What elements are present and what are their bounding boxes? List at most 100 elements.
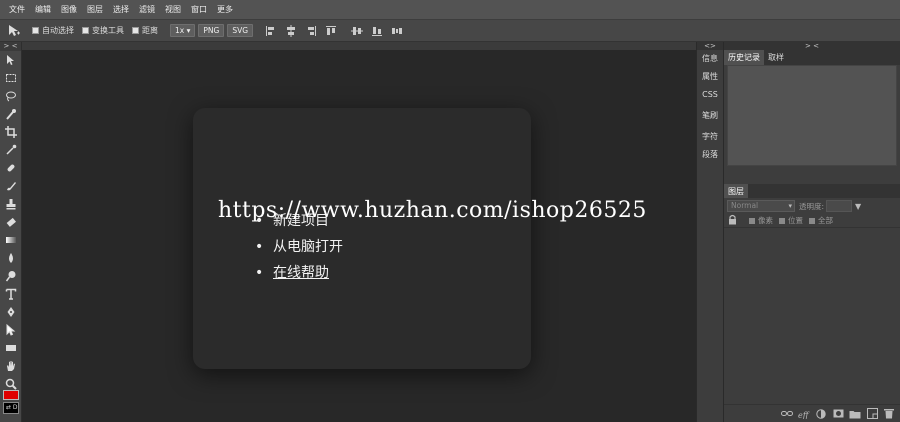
svg-text:eff: eff	[798, 411, 810, 419]
clone-stamp-tool-icon[interactable]	[0, 195, 22, 213]
tab-history[interactable]: 历史记录	[724, 50, 764, 65]
opacity-label: 透明度:	[799, 201, 825, 211]
toolbar-collapse-button[interactable]: > <	[0, 42, 21, 51]
menu-image[interactable]: 图像	[56, 0, 82, 20]
blend-mode-select[interactable]: Normal	[727, 200, 795, 212]
right-panels: > < 历史记录 取样 图层 Normal 透明度: ▼ 像素 位置 全部 ef…	[724, 42, 900, 422]
marquee-tool-icon[interactable]	[0, 69, 22, 87]
png-button[interactable]: PNG	[198, 24, 225, 37]
distribute-icon[interactable]	[389, 24, 405, 38]
move-tool-icon[interactable]	[0, 51, 22, 69]
rpanel-collapse-button[interactable]: > <	[724, 42, 900, 50]
opacity-input[interactable]	[826, 200, 853, 212]
align-bottom-icon[interactable]	[369, 24, 385, 38]
foreground-color-swatch[interactable]	[3, 390, 19, 400]
start-dialog: 新建项目 从电脑打开 在线帮助	[193, 108, 531, 369]
auto-select-box[interactable]	[32, 27, 39, 34]
menu-file[interactable]: 文件	[4, 0, 30, 20]
distance-label: 距离	[142, 26, 158, 35]
lock-options-row: 像素 位置 全部	[724, 214, 900, 228]
mini-panel-column: <> 信息 属性 CSS 笔刷 字符 段落	[696, 42, 724, 422]
align-left-icon[interactable]	[263, 24, 279, 38]
hand-tool-icon[interactable]	[0, 357, 22, 375]
lock-position-label: 位置	[788, 216, 803, 225]
transform-tools-box[interactable]	[82, 27, 89, 34]
new-layer-icon[interactable]	[865, 408, 879, 420]
healing-brush-tool-icon[interactable]	[0, 159, 22, 177]
transform-tools-label: 变换工具	[92, 26, 124, 35]
background-color-swatch[interactable]: ⇄ D	[3, 402, 19, 414]
align-top-icon[interactable]	[323, 24, 339, 38]
info-panel-button[interactable]: 信息	[697, 50, 723, 68]
tab-samples[interactable]: 取样	[764, 50, 788, 65]
lock-all-checkbox[interactable]	[809, 217, 815, 224]
layer-effects-icon[interactable]: eff	[797, 408, 811, 420]
svg-button[interactable]: SVG	[227, 24, 254, 37]
layers-tabs: 图层	[724, 184, 900, 198]
menu-filter[interactable]: 滤镜	[134, 0, 160, 20]
open-from-computer-label: 从电脑打开	[273, 239, 343, 255]
lock-pixels-option[interactable]: 像素	[749, 215, 773, 226]
history-panel-body	[727, 65, 897, 166]
align-center-h-icon[interactable]	[283, 24, 299, 38]
minicol-collapse-button[interactable]: <>	[697, 42, 723, 50]
layers-list	[724, 228, 900, 408]
opacity-dropdown-icon[interactable]: ▼	[855, 202, 861, 211]
lock-icon	[728, 214, 737, 228]
menu-select[interactable]: 选择	[108, 0, 134, 20]
quick-select-tool-icon[interactable]	[0, 105, 22, 123]
auto-select-label: 自动选择	[42, 26, 74, 35]
gradient-tool-icon[interactable]	[0, 231, 22, 249]
align-middle-v-icon[interactable]	[349, 24, 365, 38]
lock-pixels-checkbox[interactable]	[749, 217, 755, 224]
distance-box[interactable]	[132, 27, 139, 34]
eraser-tool-icon[interactable]	[0, 213, 22, 231]
adjustment-layer-icon[interactable]	[814, 408, 828, 420]
lasso-tool-icon[interactable]	[0, 87, 22, 105]
zoom-select[interactable]: 1x ▾	[170, 24, 196, 37]
auto-select-checkbox[interactable]: 自动选择	[32, 25, 74, 36]
online-help-link[interactable]: 在线帮助	[255, 260, 343, 286]
layer-mask-icon[interactable]	[831, 408, 845, 420]
menu-bar: 文件 编辑 图像 图层 选择 滤镜 视图 窗口 更多	[0, 0, 900, 20]
brush-panel-button[interactable]: 笔刷	[697, 107, 723, 125]
css-panel-button[interactable]: CSS	[697, 86, 723, 104]
dodge-tool-icon[interactable]	[0, 267, 22, 285]
new-group-icon[interactable]	[848, 408, 862, 420]
eyedropper-tool-icon[interactable]	[0, 141, 22, 159]
blur-tool-icon[interactable]	[0, 249, 22, 267]
tab-layers[interactable]: 图层	[724, 184, 748, 198]
lock-all-option[interactable]: 全部	[809, 215, 833, 226]
lock-position-option[interactable]: 位置	[779, 215, 803, 226]
menu-layer[interactable]: 图层	[82, 0, 108, 20]
path-select-tool-icon[interactable]	[0, 321, 22, 339]
history-tabs: 历史记录 取样	[724, 50, 900, 65]
menu-edit[interactable]: 编辑	[30, 0, 56, 20]
paragraph-panel-button[interactable]: 段落	[697, 146, 723, 164]
online-help-label: 在线帮助	[273, 265, 329, 281]
menu-more[interactable]: 更多	[212, 0, 238, 20]
layers-bottom-bar: eff	[724, 404, 900, 422]
align-right-icon[interactable]	[303, 24, 319, 38]
lock-pixels-label: 像素	[758, 216, 773, 225]
type-tool-icon[interactable]	[0, 285, 22, 303]
lock-all-label: 全部	[818, 216, 833, 225]
character-panel-button[interactable]: 字符	[697, 128, 723, 146]
menu-view[interactable]: 视图	[160, 0, 186, 20]
rectangle-tool-icon[interactable]	[0, 339, 22, 357]
toolbar: > < ⇄ D	[0, 42, 22, 422]
open-from-computer-link[interactable]: 从电脑打开	[255, 234, 343, 260]
brush-tool-icon[interactable]	[0, 177, 22, 195]
layer-options-row: Normal 透明度: ▼	[724, 198, 900, 214]
move-tool-icon[interactable]	[4, 22, 24, 40]
menu-window[interactable]: 窗口	[186, 0, 212, 20]
distance-checkbox[interactable]: 距离	[132, 25, 158, 36]
pen-tool-icon[interactable]	[0, 303, 22, 321]
crop-tool-icon[interactable]	[0, 123, 22, 141]
link-layers-icon[interactable]	[780, 408, 794, 420]
watermark-text: https://www.huzhan.com/ishop26525	[218, 198, 647, 223]
delete-layer-icon[interactable]	[882, 408, 896, 420]
properties-panel-button[interactable]: 属性	[697, 68, 723, 86]
transform-tools-checkbox[interactable]: 变换工具	[82, 25, 124, 36]
lock-position-checkbox[interactable]	[779, 217, 785, 224]
